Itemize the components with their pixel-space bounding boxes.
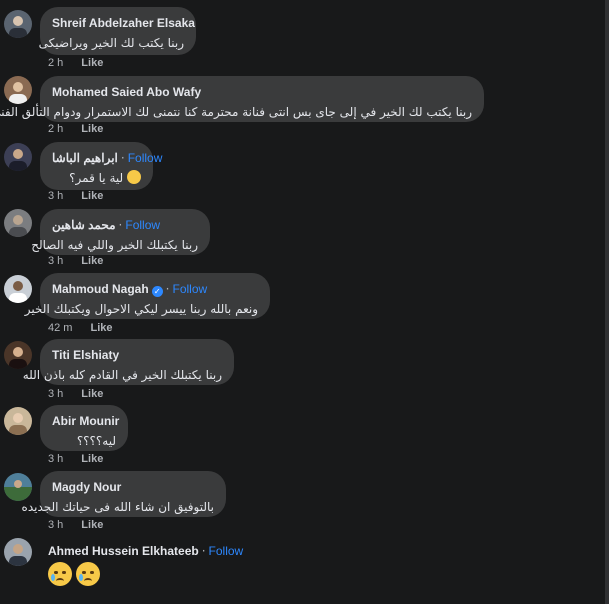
comment-time[interactable]: 3 h xyxy=(48,255,63,267)
avatar[interactable] xyxy=(4,341,32,369)
avatar[interactable] xyxy=(4,10,32,38)
like-button[interactable]: Like xyxy=(81,190,103,202)
follow-button[interactable]: Follow xyxy=(173,282,208,296)
comment-time[interactable]: 2 h xyxy=(48,123,63,135)
crying-emoji-icon xyxy=(127,170,141,184)
commenter-name[interactable]: Mahmoud Nagah xyxy=(52,282,149,296)
comment-text-content: لية يا قمر؟ xyxy=(69,171,124,185)
comment-item: Abir Mounir ليه؟؟؟؟ 3 h Like xyxy=(4,405,594,467)
avatar[interactable] xyxy=(4,538,32,566)
comment-text: لية يا قمر؟ xyxy=(52,170,141,187)
avatar[interactable] xyxy=(4,76,32,104)
separator-dot: · xyxy=(120,151,125,165)
comment-bubble: Magdy Nour بالتوفيق ان شاء الله فى حياتك… xyxy=(21,471,226,517)
commenter-name[interactable]: Shreif Abdelzaher Elsaka xyxy=(52,16,195,30)
avatar[interactable] xyxy=(4,407,32,435)
commenter-name[interactable]: Magdy Nour xyxy=(52,480,121,494)
comment-text: ليه؟؟؟؟ xyxy=(76,434,116,448)
crying-emoji-icon xyxy=(48,562,72,586)
commenter-name[interactable]: Abir Mounir xyxy=(52,414,119,428)
separator-dot: · xyxy=(118,218,123,232)
like-button[interactable]: Like xyxy=(81,57,103,69)
comment-text: ربنا يكتبلك الخير واللي فيه الصالح xyxy=(31,238,198,252)
comment-bubble: Shreif Abdelzaher Elsaka ربنا يكتب لك ال… xyxy=(38,7,196,55)
emoji-reply xyxy=(48,562,104,590)
comment-bubble: Titi Elshiaty ربنا يكتبلك الخير في القاد… xyxy=(22,339,234,385)
comment-bubble: Abir Mounir ليه؟؟؟؟ xyxy=(40,405,128,451)
comment-meta: 2 h Like xyxy=(48,57,103,69)
comment-text: ونعم بالله ربنا ييسر ليكي الاحوال ويكتبل… xyxy=(24,302,258,316)
comment-text: ربنا يكتب لك الخير في إلى جاى بس انتى فن… xyxy=(0,105,472,119)
comment-time[interactable]: 3 h xyxy=(48,453,63,465)
comment-text: بالتوفيق ان شاء الله فى حياتك الجديده xyxy=(21,500,214,514)
avatar[interactable] xyxy=(4,473,32,501)
comment-bubble: ابراهيم الباشا · Follow لية يا قمر؟ xyxy=(40,142,162,190)
avatar[interactable] xyxy=(4,209,32,237)
like-button[interactable]: Like xyxy=(81,519,103,531)
follow-button[interactable]: Follow xyxy=(209,544,244,558)
like-button[interactable]: Like xyxy=(81,453,103,465)
avatar[interactable] xyxy=(4,143,32,171)
comment-text: ربنا يكتب لك الخير ويراضيكى xyxy=(38,36,184,50)
comment-item: محمد شاهين · Follow ربنا يكتبلك الخير والل… xyxy=(4,209,594,269)
comment-item: Magdy Nour بالتوفيق ان شاء الله فى حياتك… xyxy=(4,471,594,533)
comment-meta: 3 h Like xyxy=(48,453,103,465)
comment-item: Mahmoud Nagah ✓ · Follow ونعم بالله ربنا يي… xyxy=(4,273,594,335)
follow-button[interactable]: Follow xyxy=(128,151,163,165)
comment-time[interactable]: 3 h xyxy=(48,190,63,202)
comment-meta: 2 h Like xyxy=(48,123,103,135)
like-button[interactable]: Like xyxy=(81,388,103,400)
commenter-name[interactable]: محمد شاهين xyxy=(52,218,116,232)
commenter-name[interactable]: Mohamed Saied Abo Wafy xyxy=(52,85,201,99)
comment-meta: 3 h Like xyxy=(48,190,103,202)
comment-meta: 42 m Like xyxy=(48,322,112,334)
commenter-name[interactable]: ابراهيم الباشا xyxy=(52,151,118,165)
like-button[interactable]: Like xyxy=(90,322,112,334)
commenter-name[interactable]: Ahmed Hussein Elkhateeb xyxy=(48,544,199,558)
like-button[interactable]: Like xyxy=(81,255,103,267)
comment-text: ربنا يكتبلك الخير في القادم كله باذن الل… xyxy=(22,368,222,382)
comment-item: Shreif Abdelzaher Elsaka ربنا يكتب لك ال… xyxy=(4,7,594,70)
comment-time[interactable]: 42 m xyxy=(48,322,72,334)
follow-button[interactable]: Follow xyxy=(125,218,160,232)
comment-meta: 3 h Like xyxy=(48,519,103,531)
comment-item: ابراهيم الباشا · Follow لية يا قمر؟ 3 h Lik… xyxy=(4,142,594,203)
comment-bubble: Mohamed Saied Abo Wafy ربنا يكتب لك الخي… xyxy=(0,76,484,122)
comment-bubble: Mahmoud Nagah ✓ · Follow ونعم بالله ربنا يي… xyxy=(24,273,270,319)
commenter-name[interactable]: Titi Elshiaty xyxy=(52,348,119,362)
comment-meta: 3 h Like xyxy=(48,255,103,267)
comment-item: Titi Elshiaty ربنا يكتبلك الخير في القاد… xyxy=(4,339,594,401)
comment-meta: 3 h Like xyxy=(48,388,103,400)
comment-header: Ahmed Hussein Elkhateeb · Follow xyxy=(48,542,243,559)
verified-badge-icon: ✓ xyxy=(151,286,163,297)
comment-item: Ahmed Hussein Elkhateeb · Follow xyxy=(4,538,594,598)
crying-emoji-icon xyxy=(76,562,100,586)
separator-dot: · xyxy=(165,282,170,296)
avatar[interactable] xyxy=(4,275,32,303)
comment-time[interactable]: 3 h xyxy=(48,388,63,400)
separator-dot: · xyxy=(201,544,206,558)
comment-bubble: محمد شاهين · Follow ربنا يكتبلك الخير والل… xyxy=(31,209,210,255)
comment-time[interactable]: 2 h xyxy=(48,57,63,69)
scrollbar[interactable] xyxy=(605,0,609,604)
comment-item: Mohamed Saied Abo Wafy ربنا يكتب لك الخي… xyxy=(0,76,594,136)
like-button[interactable]: Like xyxy=(81,123,103,135)
comment-time[interactable]: 3 h xyxy=(48,519,63,531)
